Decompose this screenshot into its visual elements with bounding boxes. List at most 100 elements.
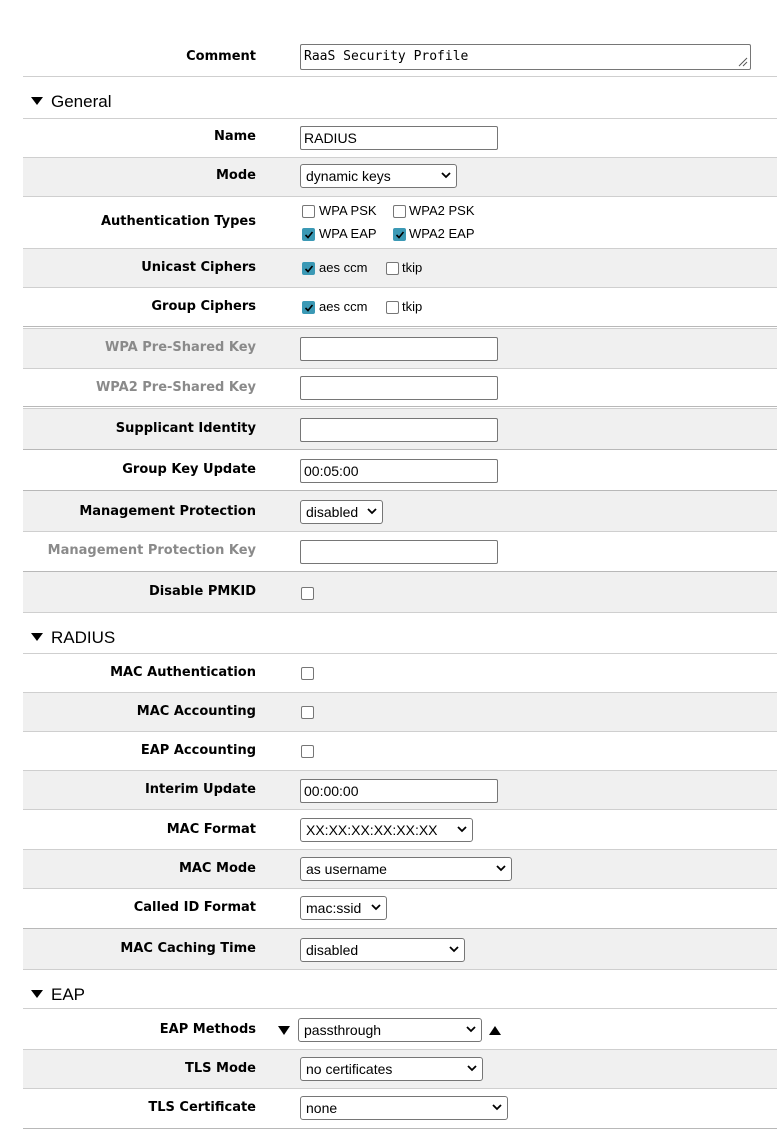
divider: [23, 888, 777, 889]
row-bg-pmkid: [23, 572, 777, 612]
collapse-triangle-icon: [31, 97, 43, 105]
called-id-format-select[interactable]: mac:ssid: [300, 896, 387, 920]
chevron-down-icon: [496, 858, 506, 872]
divider: [23, 449, 777, 450]
unicast-aes-label: aes ccm: [319, 260, 368, 275]
section-general[interactable]: General: [31, 92, 111, 112]
unicast-ciphers-label: Unicast Ciphers: [141, 260, 256, 275]
tls-mode-select-value: no certificates: [306, 1061, 393, 1077]
mgmt-protection-key-input[interactable]: [300, 540, 498, 564]
group-ciphers-label: Group Ciphers: [151, 299, 256, 314]
divider: [23, 1088, 777, 1089]
chevron-down-icon: [441, 165, 451, 179]
mgmt-protection-label: Management Protection: [79, 504, 256, 519]
collapse-triangle-icon: [31, 633, 43, 641]
unicast-aes-checkbox[interactable]: [302, 262, 315, 275]
divider: [23, 248, 777, 249]
group-aes-label: aes ccm: [319, 299, 368, 314]
interim-update-input[interactable]: 00:00:00: [300, 779, 498, 803]
supplicant-identity-input[interactable]: [300, 418, 498, 442]
name-input[interactable]: RADIUS: [300, 126, 498, 150]
divider: [23, 849, 777, 850]
divider: [23, 612, 777, 613]
mac-authentication-label: MAC Authentication: [110, 665, 256, 680]
tls-mode-select[interactable]: no certificates: [300, 1057, 483, 1081]
chevron-down-icon: [449, 939, 459, 953]
mgmt-protection-key-label: Management Protection Key: [47, 543, 256, 558]
tls-certificate-label: TLS Certificate: [148, 1100, 256, 1115]
divider: [23, 928, 777, 929]
divider: [23, 1008, 777, 1009]
eap-methods-select[interactable]: passthrough: [298, 1018, 482, 1042]
section-general-title: General: [51, 92, 112, 111]
divider: [23, 328, 777, 329]
mgmt-protection-select[interactable]: disabled: [300, 500, 383, 524]
divider: [23, 692, 777, 693]
wpa2-eap-checkbox[interactable]: [393, 228, 406, 241]
divider: [23, 1128, 777, 1129]
section-eap[interactable]: EAP: [31, 985, 85, 1005]
mode-select[interactable]: dynamic keys: [300, 164, 457, 188]
mac-accounting-label: MAC Accounting: [136, 704, 256, 719]
wpa2-psk-key-label: WPA2 Pre-Shared Key: [95, 380, 256, 395]
mac-format-select[interactable]: XX:XX:XX:XX:XX:XX: [300, 818, 473, 842]
wpa-eap-checkbox[interactable]: [302, 228, 315, 241]
wpa-eap-label: WPA EAP: [319, 226, 377, 241]
mac-mode-select[interactable]: as username: [300, 857, 512, 881]
divider: [23, 571, 777, 572]
divider: [23, 368, 777, 369]
mac-caching-time-label: MAC Caching Time: [120, 941, 256, 956]
divider: [23, 118, 777, 119]
divider: [23, 76, 777, 77]
mac-accounting-checkbox[interactable]: [301, 706, 314, 719]
wpa2-psk-checkbox[interactable]: [393, 205, 406, 218]
auth-types-label: Authentication Types: [100, 214, 256, 229]
mac-mode-select-value: as username: [306, 861, 387, 877]
divider: [23, 969, 777, 970]
group-key-update-label: Group Key Update: [122, 462, 256, 477]
collapse-triangle-icon: [31, 990, 43, 998]
section-radius[interactable]: RADIUS: [31, 628, 115, 648]
divider: [23, 196, 777, 197]
eap-accounting-checkbox[interactable]: [301, 745, 314, 758]
group-key-update-input[interactable]: 00:05:00: [300, 459, 498, 483]
eap-methods-select-value: passthrough: [304, 1022, 382, 1038]
divider: [23, 1049, 777, 1050]
unicast-tkip-checkbox[interactable]: [386, 262, 399, 275]
wpa2-psk-key-input[interactable]: [300, 376, 498, 400]
divider: [23, 809, 777, 810]
divider: [23, 326, 777, 327]
group-tkip-label: tkip: [402, 299, 423, 314]
wpa-psk-key-input[interactable]: [300, 337, 498, 361]
move-up-arrow-icon[interactable]: [489, 1026, 501, 1035]
divider: [23, 731, 777, 732]
called-id-format-select-value: mac:ssid: [306, 900, 362, 916]
group-aes-checkbox[interactable]: [302, 301, 315, 314]
chevron-down-icon: [367, 501, 377, 515]
divider: [23, 406, 777, 407]
wpa-psk-checkbox[interactable]: [302, 205, 315, 218]
divider: [23, 157, 777, 158]
mgmt-protection-select-value: disabled: [306, 504, 359, 520]
wpa-psk-label: WPA PSK: [319, 203, 377, 218]
mac-caching-time-select[interactable]: disabled: [300, 938, 465, 962]
resize-grip-icon[interactable]: [738, 57, 748, 67]
disable-pmkid-checkbox[interactable]: [301, 587, 314, 600]
chevron-down-icon: [467, 1058, 477, 1072]
divider: [23, 770, 777, 771]
divider: [23, 490, 777, 491]
chevron-down-icon: [466, 1019, 476, 1033]
unicast-tkip-label: tkip: [402, 260, 423, 275]
group-tkip-checkbox[interactable]: [386, 301, 399, 314]
comment-textarea[interactable]: RaaS Security Profile: [300, 44, 751, 70]
name-label: Name: [213, 129, 256, 144]
mac-format-label: MAC Format: [166, 822, 256, 837]
divider: [23, 408, 777, 409]
interim-update-label: Interim Update: [144, 782, 256, 797]
mac-authentication-checkbox[interactable]: [301, 667, 314, 680]
mac-format-select-value: XX:XX:XX:XX:XX:XX: [306, 822, 438, 838]
tls-certificate-select[interactable]: none: [300, 1096, 508, 1120]
section-radius-title: RADIUS: [51, 628, 116, 647]
supplicant-identity-label: Supplicant Identity: [115, 421, 256, 436]
move-down-arrow-icon[interactable]: [278, 1026, 290, 1035]
